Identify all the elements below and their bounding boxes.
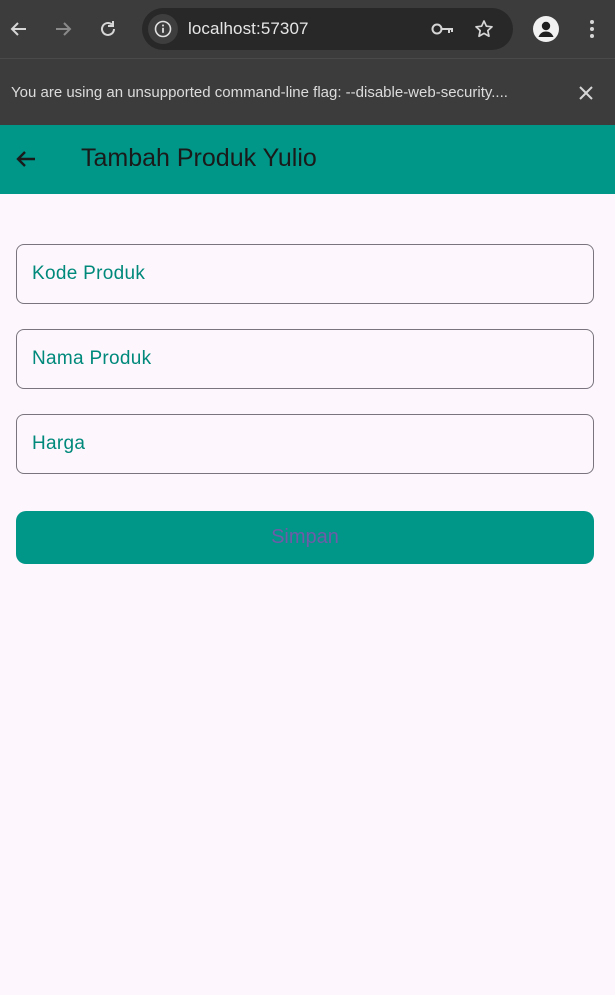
close-icon[interactable]: [574, 81, 598, 105]
forward-arrow-icon[interactable]: [47, 13, 79, 45]
url-text[interactable]: localhost:57307: [188, 19, 309, 39]
kebab-menu-icon[interactable]: [580, 17, 604, 41]
nama-produk-field[interactable]: Nama Produk: [16, 329, 594, 389]
save-button[interactable]: Simpan: [16, 511, 594, 564]
warning-infobar: You are using an unsupported command-lin…: [0, 58, 615, 125]
harga-field[interactable]: Harga: [16, 414, 594, 474]
info-icon[interactable]: [148, 14, 178, 44]
profile-icon[interactable]: [533, 16, 559, 42]
save-button-label: Simpan: [271, 526, 339, 548]
key-icon[interactable]: [430, 17, 456, 41]
browser-toolbar: localhost:57307: [0, 0, 615, 58]
reload-icon[interactable]: [92, 13, 124, 45]
infobar-message: You are using an unsupported command-lin…: [11, 84, 508, 101]
back-arrow-icon[interactable]: [10, 143, 42, 175]
harga-label: Harga: [32, 433, 86, 454]
star-icon[interactable]: [471, 17, 497, 41]
page-title: Tambah Produk Yulio: [81, 144, 317, 172]
back-arrow-icon[interactable]: [3, 13, 35, 45]
kode-produk-field[interactable]: Kode Produk: [16, 244, 594, 304]
app-bar: Tambah Produk Yulio: [0, 125, 615, 194]
kode-produk-label: Kode Produk: [32, 263, 146, 284]
address-bar[interactable]: localhost:57307: [142, 8, 513, 50]
nama-produk-label: Nama Produk: [32, 348, 152, 369]
